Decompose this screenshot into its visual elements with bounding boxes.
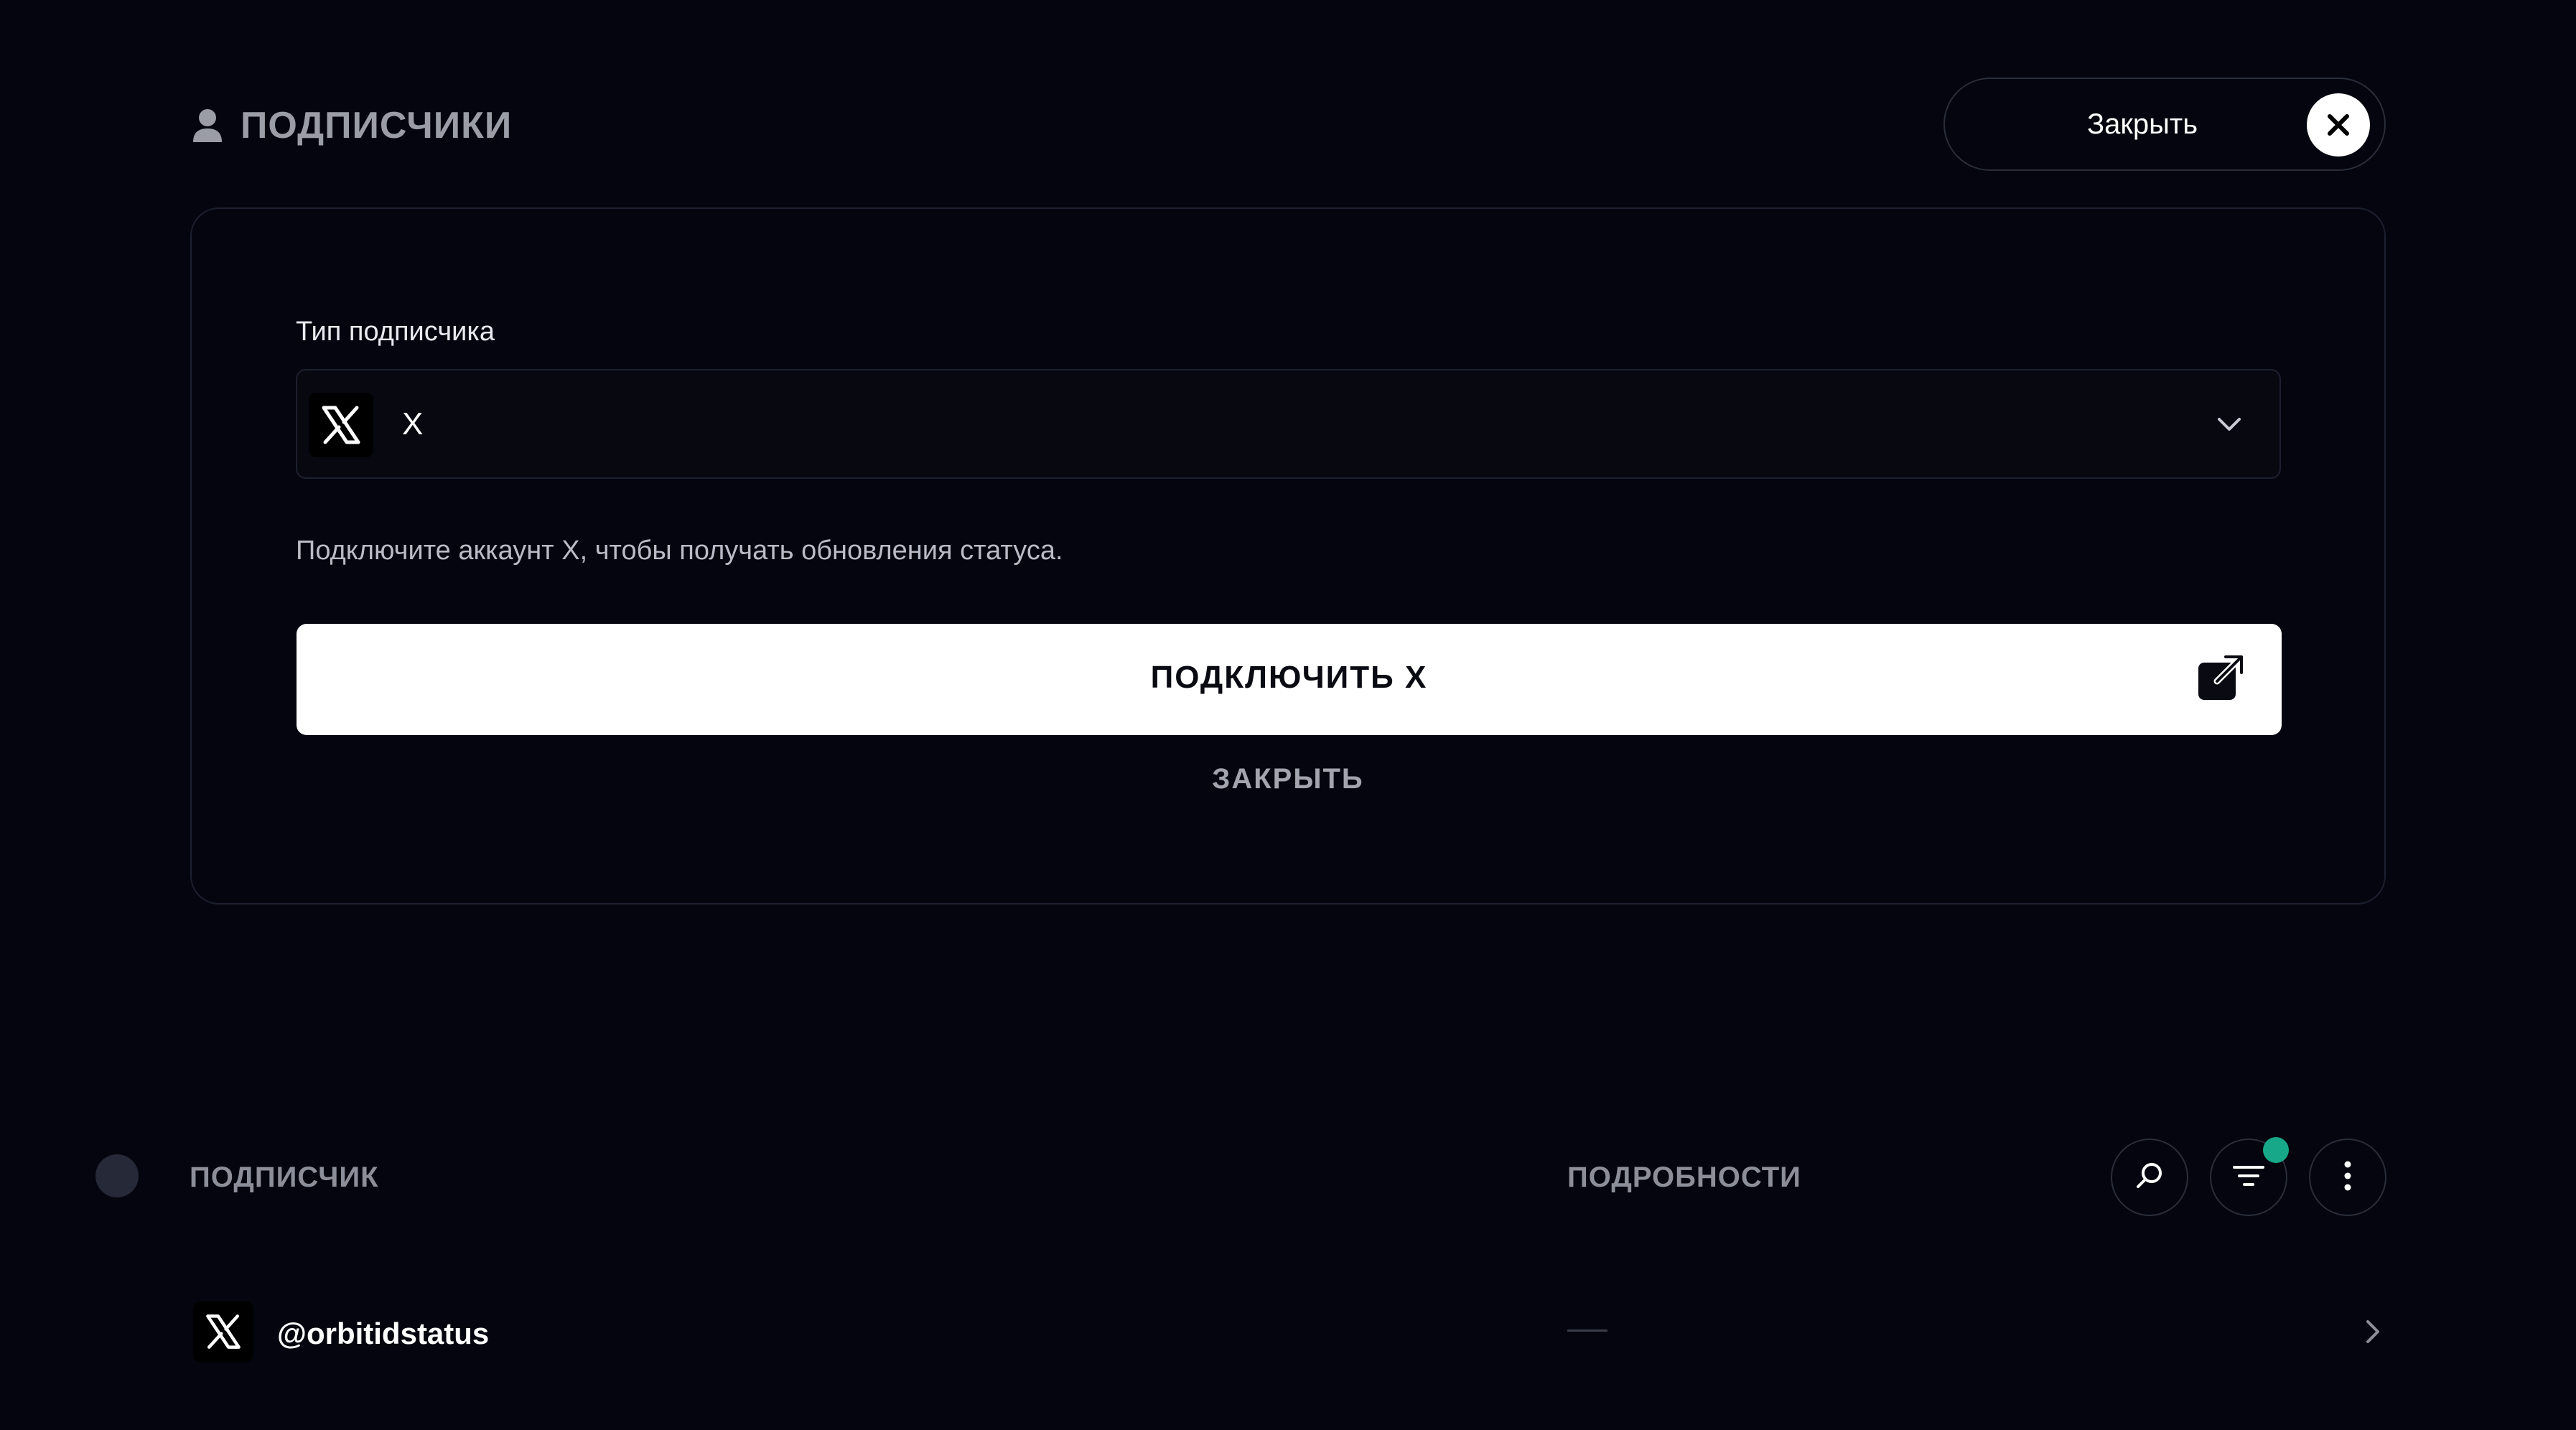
page-title-text: ПОДПИСЧИКИ bbox=[241, 105, 513, 146]
select-all-checkbox[interactable] bbox=[95, 1154, 139, 1197]
table-row[interactable]: @orbitidstatus bbox=[190, 1298, 2386, 1365]
more-options-button[interactable] bbox=[2309, 1139, 2386, 1216]
search-icon bbox=[2134, 1160, 2165, 1195]
details-empty-dash bbox=[1567, 1329, 1607, 1332]
close-button[interactable]: Закрыть bbox=[1943, 78, 2386, 171]
column-header-details[interactable]: ПОДРОБНОСТИ bbox=[1567, 1162, 1801, 1194]
subscriber-type-label: Тип подписчика bbox=[296, 317, 495, 347]
column-header-subscriber[interactable]: ПОДПИСЧИК bbox=[190, 1162, 379, 1194]
x-logo-icon bbox=[309, 393, 373, 457]
cancel-button[interactable]: ЗАКРЫТЬ bbox=[192, 763, 2384, 795]
more-vertical-icon bbox=[2342, 1160, 2353, 1195]
external-link-icon bbox=[2195, 653, 2246, 703]
search-button[interactable] bbox=[2111, 1139, 2188, 1216]
subscriber-handle: @orbitidstatus bbox=[277, 1317, 490, 1350]
x-logo-icon bbox=[193, 1302, 253, 1362]
filter-active-badge bbox=[2263, 1137, 2289, 1163]
page-title: ПОДПИСЧИКИ bbox=[190, 97, 512, 154]
filter-button[interactable] bbox=[2210, 1137, 2289, 1216]
filter-icon bbox=[2231, 1162, 2266, 1194]
connect-x-label: ПОДКЛЮЧИТЬ X bbox=[1150, 660, 1428, 695]
chevron-down-icon bbox=[2215, 413, 2244, 435]
connect-x-button[interactable]: ПОДКЛЮЧИТЬ X bbox=[297, 624, 2282, 735]
subscribers-page: ПОДПИСЧИКИ Закрыть Тип подписчика X Подк… bbox=[0, 0, 2576, 1430]
close-icon[interactable] bbox=[2307, 93, 2370, 156]
chevron-right-icon bbox=[2358, 1317, 2386, 1346]
helper-text: Подключите аккаунт X, чтобы получать обн… bbox=[296, 536, 1063, 566]
subscriber-type-select[interactable]: X bbox=[296, 369, 2281, 479]
subscriber-type-value: X bbox=[402, 406, 424, 441]
user-icon bbox=[190, 108, 225, 144]
close-button-label: Закрыть bbox=[2086, 108, 2198, 140]
subscriber-form-card: Тип подписчика X Подключите аккаунт X, ч… bbox=[190, 207, 2386, 905]
